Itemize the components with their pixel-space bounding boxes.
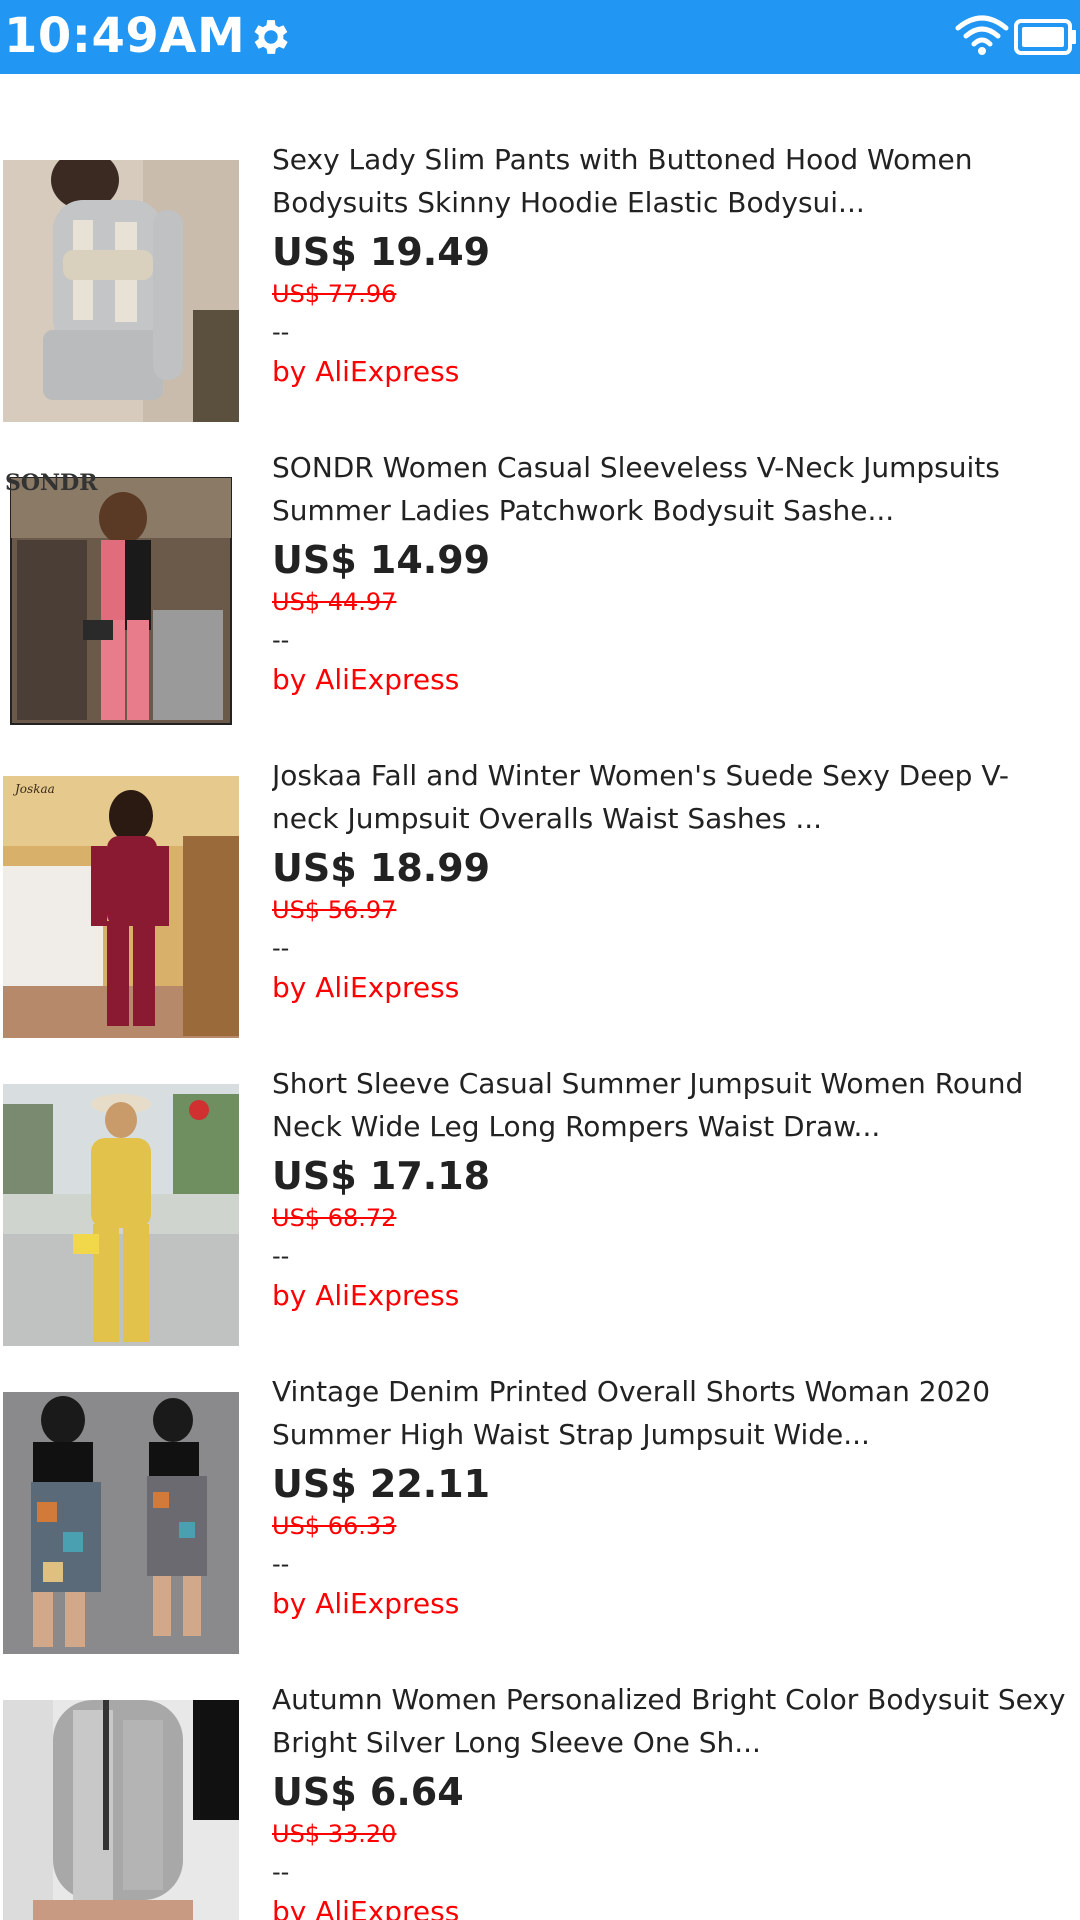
product-list[interactable]: Sexy Lady Slim Pants with Buttoned Hood … xyxy=(0,74,1080,1920)
product-seller[interactable]: by AliExpress xyxy=(272,1892,1072,1920)
product-image[interactable] xyxy=(3,160,239,422)
product-rating: -- xyxy=(272,1550,290,1578)
product-image[interactable]: Joskaa xyxy=(3,776,239,1038)
product-original-price: US$ 33.20 xyxy=(272,1820,397,1848)
product-price: US$ 6.64 xyxy=(272,1770,464,1814)
product-rating: -- xyxy=(272,1242,290,1270)
product-price: US$ 22.11 xyxy=(272,1462,491,1506)
product-image[interactable] xyxy=(3,1700,239,1920)
product-item[interactable]: SONDR SONDR Women Casual Sleeveless V-Ne… xyxy=(0,446,1080,754)
product-item[interactable]: Short Sleeve Casual Summer Jumpsuit Wome… xyxy=(0,1062,1080,1370)
image-logo: SONDR xyxy=(5,470,98,496)
product-rating: -- xyxy=(272,934,290,962)
product-title[interactable]: Joskaa Fall and Winter Women's Suede Sex… xyxy=(272,754,1072,840)
product-title[interactable]: Sexy Lady Slim Pants with Buttoned Hood … xyxy=(272,138,1072,224)
status-time: 10:49AM xyxy=(4,8,246,64)
product-image[interactable]: SONDR xyxy=(3,470,239,732)
wifi-icon xyxy=(955,15,1009,55)
product-item[interactable]: Autumn Women Personalized Bright Color B… xyxy=(0,1678,1080,1920)
product-title[interactable]: Autumn Women Personalized Bright Color B… xyxy=(272,1678,1072,1764)
product-price: US$ 17.18 xyxy=(272,1154,491,1198)
gear-icon xyxy=(254,20,288,54)
product-title[interactable]: SONDR Women Casual Sleeveless V-Neck Jum… xyxy=(272,446,1072,532)
product-item[interactable]: Sexy Lady Slim Pants with Buttoned Hood … xyxy=(0,138,1080,446)
product-rating: -- xyxy=(272,318,290,346)
product-seller[interactable]: by AliExpress xyxy=(272,1584,1072,1624)
product-rating: -- xyxy=(272,626,290,654)
product-item[interactable]: Joskaa Joskaa Fall and Winter Women's Su… xyxy=(0,754,1080,1062)
product-original-price: US$ 66.33 xyxy=(272,1512,397,1540)
product-price: US$ 14.99 xyxy=(272,538,491,582)
product-price: US$ 18.99 xyxy=(272,846,491,890)
product-seller[interactable]: by AliExpress xyxy=(272,660,1072,700)
product-price: US$ 19.49 xyxy=(272,230,491,274)
product-original-price: US$ 68.72 xyxy=(272,1204,397,1232)
image-logo: Joskaa xyxy=(15,782,55,796)
product-title[interactable]: Vintage Denim Printed Overall Shorts Wom… xyxy=(272,1370,1072,1456)
product-item[interactable]: Vintage Denim Printed Overall Shorts Wom… xyxy=(0,1370,1080,1678)
product-seller[interactable]: by AliExpress xyxy=(272,352,1072,392)
product-image[interactable] xyxy=(3,1392,239,1654)
product-title[interactable]: Short Sleeve Casual Summer Jumpsuit Wome… xyxy=(272,1062,1072,1148)
product-rating: -- xyxy=(272,1858,290,1886)
product-image[interactable] xyxy=(3,1084,239,1346)
product-original-price: US$ 44.97 xyxy=(272,588,397,616)
product-original-price: US$ 56.97 xyxy=(272,896,397,924)
product-original-price: US$ 77.96 xyxy=(272,280,397,308)
product-seller[interactable]: by AliExpress xyxy=(272,1276,1072,1316)
battery-icon xyxy=(1014,19,1076,55)
product-seller[interactable]: by AliExpress xyxy=(272,968,1072,1008)
status-bar: 10:49AM xyxy=(0,0,1080,74)
